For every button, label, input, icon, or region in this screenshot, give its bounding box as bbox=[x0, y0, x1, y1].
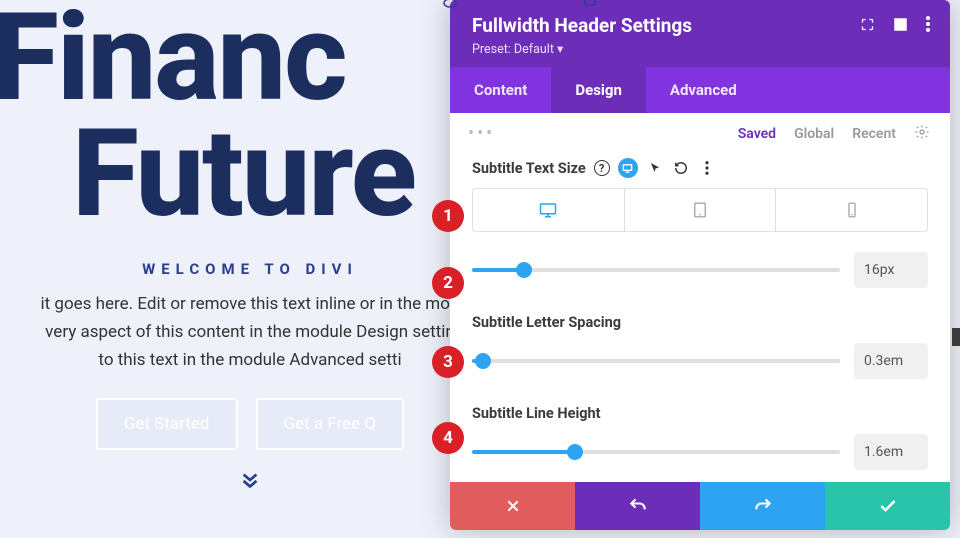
panel-title: Fullwidth Header Settings bbox=[472, 14, 692, 37]
panel-header: Fullwidth Header Settings Preset: Defaul… bbox=[450, 0, 950, 67]
slider-subtitle-size: 16px bbox=[472, 252, 928, 288]
slider-line-height: 1.6em bbox=[472, 434, 928, 470]
annotation-1: 1 bbox=[432, 200, 464, 232]
cancel-button[interactable] bbox=[450, 482, 575, 530]
value-letter-spacing[interactable]: 0.3em bbox=[854, 343, 928, 379]
filter-recent[interactable]: Recent bbox=[852, 126, 896, 142]
hover-icon[interactable] bbox=[646, 159, 664, 177]
field-subtitle-size-label: Subtitle Text Size ? bbox=[472, 158, 928, 178]
tabs: Content Design Advanced bbox=[450, 67, 950, 113]
help-icon[interactable]: ? bbox=[594, 160, 610, 176]
device-desktop[interactable] bbox=[473, 189, 625, 231]
more-icon[interactable] bbox=[698, 159, 716, 177]
reset-icon[interactable] bbox=[672, 159, 690, 177]
expand-icon[interactable] bbox=[860, 17, 875, 36]
layout-icon[interactable] bbox=[893, 17, 908, 36]
tab-advanced[interactable]: Advanced bbox=[646, 67, 761, 113]
slider-letter-spacing: 0.3em bbox=[472, 343, 928, 379]
slider-knob[interactable] bbox=[516, 262, 532, 278]
device-selector bbox=[472, 188, 928, 232]
slider-track[interactable] bbox=[472, 359, 840, 363]
tab-content[interactable]: Content bbox=[450, 67, 551, 113]
slider-knob[interactable] bbox=[567, 444, 583, 460]
device-preview-icon[interactable] bbox=[618, 158, 638, 178]
cta-get-started[interactable]: Get Started bbox=[96, 398, 238, 450]
gear-icon[interactable] bbox=[914, 124, 930, 144]
subbar: ••• Saved Global Recent bbox=[450, 113, 950, 150]
settings-panel: Fullwidth Header Settings Preset: Defaul… bbox=[450, 0, 950, 530]
undo-button[interactable] bbox=[575, 482, 700, 530]
field-letter-spacing-label: Subtitle Letter Spacing bbox=[472, 314, 928, 331]
redo-button[interactable] bbox=[700, 482, 825, 530]
annotation-2: 2 bbox=[432, 267, 464, 299]
slider-knob[interactable] bbox=[475, 353, 491, 369]
panel-header-icons bbox=[860, 16, 930, 36]
annotation-3: 3 bbox=[432, 346, 464, 378]
filter-saved[interactable]: Saved bbox=[738, 126, 776, 142]
slider-track[interactable] bbox=[472, 450, 840, 454]
filter-global[interactable]: Global bbox=[794, 126, 834, 142]
panel-preset[interactable]: Preset: Default ▾ bbox=[472, 41, 692, 57]
device-tablet[interactable] bbox=[625, 189, 777, 231]
top-marker-rect bbox=[570, 0, 610, 7]
panel-footer bbox=[450, 482, 950, 530]
kebab-menu-icon[interactable] bbox=[926, 16, 930, 36]
field-line-height-label: Subtitle Line Height bbox=[472, 405, 928, 422]
slider-track[interactable] bbox=[472, 268, 840, 272]
drag-dots-icon[interactable]: ••• bbox=[468, 123, 495, 144]
cta-free-quote[interactable]: Get a Free Q bbox=[256, 398, 405, 450]
save-button[interactable] bbox=[825, 482, 950, 530]
value-line-height[interactable]: 1.6em bbox=[854, 434, 928, 470]
panel-body: Subtitle Text Size ? 16px Subtitle Lette… bbox=[450, 150, 950, 482]
edge-grip-icon[interactable] bbox=[952, 328, 960, 346]
annotation-4: 4 bbox=[432, 422, 464, 454]
device-phone[interactable] bbox=[776, 189, 927, 231]
top-marker-circle bbox=[430, 0, 470, 7]
value-subtitle-size[interactable]: 16px bbox=[854, 252, 928, 288]
tab-design[interactable]: Design bbox=[551, 67, 646, 113]
